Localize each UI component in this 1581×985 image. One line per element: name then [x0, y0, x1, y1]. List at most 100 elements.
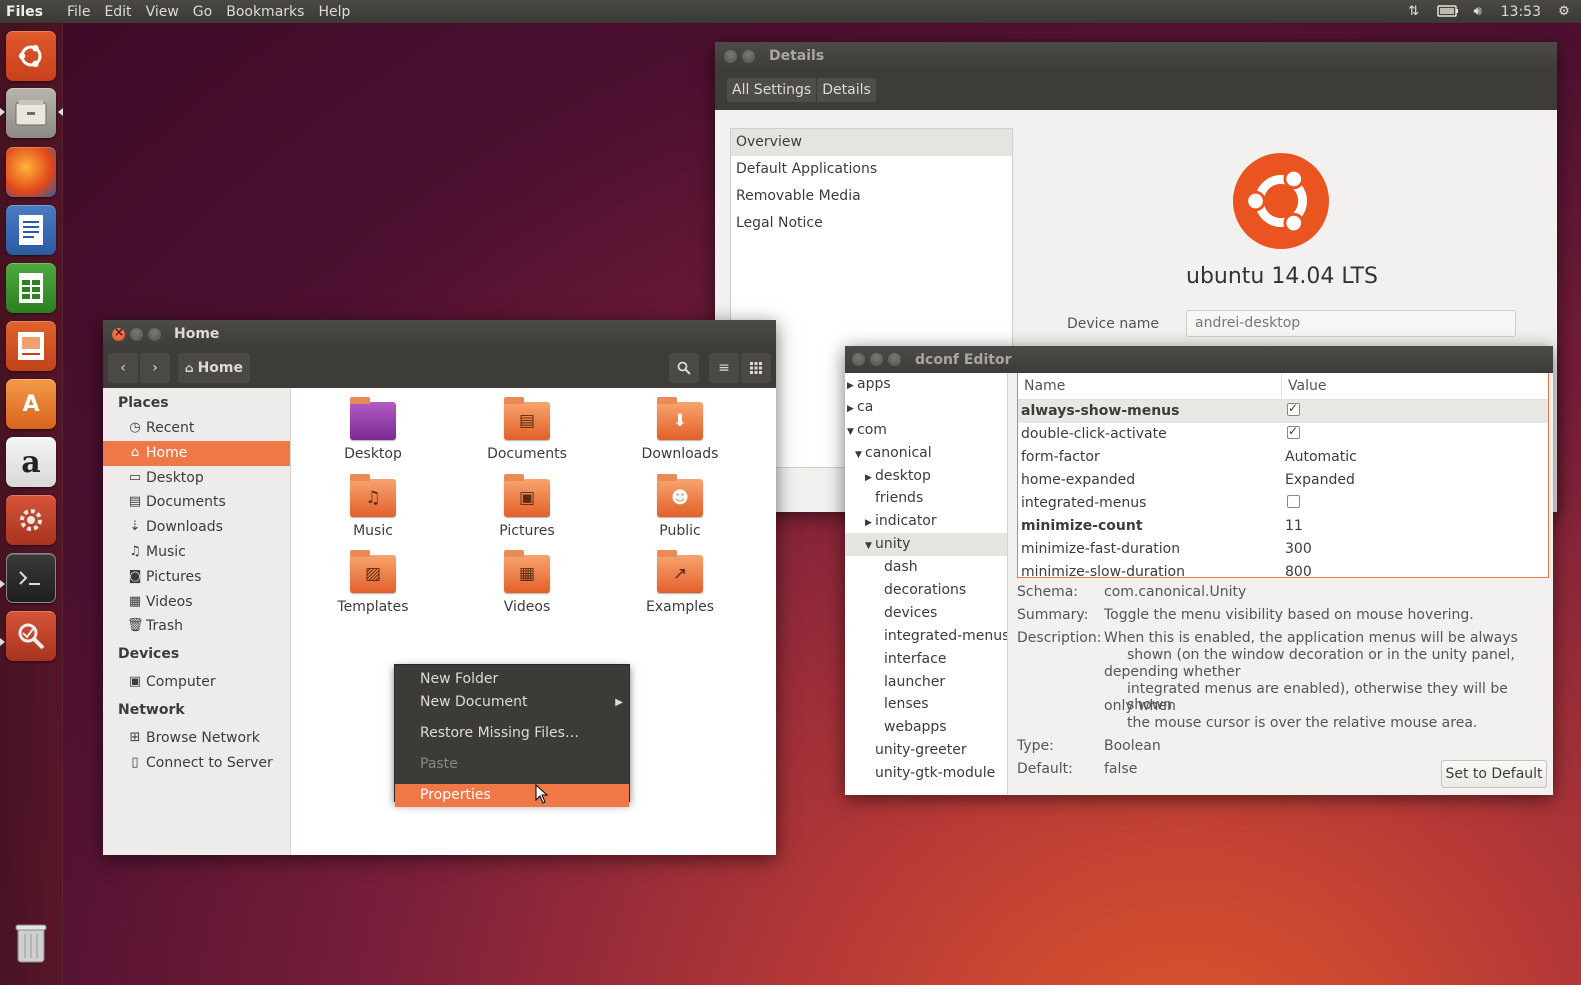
- clock[interactable]: 13:53: [1501, 4, 1541, 20]
- tree-node-desktop[interactable]: ▶ desktop: [845, 465, 1007, 488]
- terminal-icon[interactable]: [6, 553, 56, 603]
- trash-icon[interactable]: [6, 918, 56, 968]
- tree-node-webapps[interactable]: webapps: [845, 716, 1007, 739]
- folder-examples[interactable]: ↗ Examples: [620, 541, 740, 615]
- dconf-titlebar[interactable]: dconf Editor: [845, 346, 1553, 373]
- sidebar-item-documents[interactable]: ▤ Documents: [103, 490, 290, 515]
- tree-node-unity-gtk-module[interactable]: unity-gtk-module: [845, 762, 1007, 785]
- menu-item-restore-missing-files[interactable]: Restore Missing Files…: [395, 722, 629, 745]
- expand-icon[interactable]: ▶: [847, 398, 857, 421]
- tree-node-com[interactable]: ▼ com: [845, 419, 1007, 442]
- sidebar-item-desktop[interactable]: ▭ Desktop: [103, 466, 290, 491]
- menu-go[interactable]: Go: [193, 4, 212, 20]
- minimize-icon[interactable]: [742, 49, 755, 63]
- expand-icon[interactable]: ▶: [865, 467, 875, 490]
- menu-item-new-folder[interactable]: New Folder: [395, 668, 629, 691]
- sidebar-item-videos[interactable]: ▦ Videos: [103, 590, 290, 615]
- key-value[interactable]: Automatic: [1282, 449, 1357, 465]
- maximize-icon[interactable]: [148, 327, 161, 341]
- table-row[interactable]: minimize-slow-duration 800: [1018, 560, 1548, 577]
- impress-icon[interactable]: [6, 321, 56, 371]
- tree-node-integrated-menus[interactable]: integrated-menus: [845, 625, 1007, 648]
- sidebar-item-connect-to-server[interactable]: ▯ Connect to Server: [103, 751, 290, 776]
- sidebar-item-trash[interactable]: 🗑︎ Trash: [103, 614, 290, 639]
- menu-file[interactable]: File: [67, 4, 90, 20]
- tree-node-canonical[interactable]: ▼ canonical: [845, 442, 1007, 465]
- menu-bookmarks[interactable]: Bookmarks: [226, 4, 304, 20]
- table-row[interactable]: double-click-activate: [1018, 423, 1548, 446]
- ubuntu-dash-icon[interactable]: [6, 31, 56, 81]
- device-name-field[interactable]: andrei-desktop: [1186, 310, 1516, 337]
- table-row[interactable]: always-show-menus: [1018, 400, 1548, 423]
- tree-node-interface[interactable]: interface: [845, 648, 1007, 671]
- sidebar-item-legal-notice[interactable]: Legal Notice: [731, 210, 1012, 237]
- table-row[interactable]: minimize-fast-duration 300: [1018, 537, 1548, 560]
- collapse-icon[interactable]: ▼: [855, 444, 865, 467]
- double-click-activate-checkbox[interactable]: [1287, 424, 1300, 439]
- tree-node-lenses[interactable]: lenses: [845, 693, 1007, 716]
- back-button[interactable]: ‹: [108, 353, 138, 383]
- system-settings-icon[interactable]: [6, 495, 56, 545]
- battery-icon[interactable]: [1436, 4, 1458, 19]
- sidebar-item-removable-media[interactable]: Removable Media: [731, 183, 1012, 210]
- tree-node-devices[interactable]: devices: [845, 602, 1007, 625]
- menu-edit[interactable]: Edit: [104, 4, 131, 20]
- menu-view[interactable]: View: [146, 4, 179, 20]
- table-row[interactable]: integrated-menus: [1018, 492, 1548, 515]
- collapse-icon[interactable]: ▼: [865, 535, 875, 558]
- tree-node-friends[interactable]: friends: [845, 487, 1007, 510]
- folder-music[interactable]: ♫ Music: [313, 465, 433, 539]
- files-icon[interactable]: [6, 88, 56, 138]
- tab-all-settings[interactable]: All Settings: [727, 78, 817, 102]
- table-row[interactable]: form-factor Automatic: [1018, 446, 1548, 469]
- menu-item-new-document[interactable]: New Document ▶: [395, 691, 629, 714]
- list-view-button[interactable]: ≡: [709, 353, 739, 383]
- firefox-icon[interactable]: [6, 147, 56, 197]
- sidebar-item-home[interactable]: ⌂ Home: [103, 440, 290, 466]
- key-value[interactable]: 300: [1282, 541, 1312, 557]
- minimize-icon[interactable]: [870, 353, 883, 366]
- tree-node-ca[interactable]: ▶ ca: [845, 396, 1007, 419]
- tree-node-decorations[interactable]: decorations: [845, 579, 1007, 602]
- folder-downloads[interactable]: ⬇ Downloads: [620, 388, 740, 462]
- grid-view-button[interactable]: [741, 353, 771, 383]
- sidebar-item-music[interactable]: ♫ Music: [103, 540, 290, 565]
- folder-videos[interactable]: ▦ Videos: [467, 541, 587, 615]
- details-titlebar[interactable]: Details: [715, 42, 1557, 70]
- software-center-icon[interactable]: A: [6, 379, 56, 429]
- menu-item-properties[interactable]: Properties: [395, 784, 629, 807]
- folder-public[interactable]: ☻ Public: [620, 465, 740, 539]
- tab-details[interactable]: Details: [817, 78, 876, 102]
- collapse-icon[interactable]: ▼: [847, 421, 857, 444]
- tree-node-unity[interactable]: ▼ unity: [845, 533, 1007, 558]
- integrated-menus-checkbox[interactable]: [1287, 494, 1300, 508]
- sidebar-item-recent[interactable]: ◷ Recent: [103, 416, 290, 441]
- maximize-icon[interactable]: [888, 353, 901, 366]
- close-icon[interactable]: [724, 49, 737, 63]
- breadcrumb-home[interactable]: ⌂ Home: [178, 353, 250, 383]
- table-row[interactable]: minimize-count 11: [1018, 514, 1548, 537]
- sidebar-item-browse-network[interactable]: ⊞ Browse Network: [103, 726, 290, 751]
- sidebar-item-computer[interactable]: ▣ Computer: [103, 670, 290, 695]
- table-row[interactable]: home-expanded Expanded: [1018, 469, 1548, 492]
- writer-icon[interactable]: [6, 205, 56, 255]
- key-value[interactable]: 11: [1282, 518, 1303, 534]
- column-header-value[interactable]: Value: [1282, 373, 1326, 399]
- network-icon[interactable]: ⇅: [1405, 4, 1423, 19]
- menu-help[interactable]: Help: [318, 4, 350, 20]
- key-value[interactable]: 800: [1282, 564, 1312, 577]
- dconf-icon[interactable]: [6, 611, 56, 661]
- sidebar-item-downloads[interactable]: ⇣ Downloads: [103, 515, 290, 540]
- column-header-name[interactable]: Name: [1018, 373, 1282, 399]
- tree-node-dash[interactable]: dash: [845, 556, 1007, 579]
- close-icon[interactable]: [112, 325, 125, 341]
- expand-icon[interactable]: ▶: [847, 375, 857, 398]
- calc-icon[interactable]: [6, 263, 56, 313]
- files-titlebar[interactable]: Home: [103, 320, 776, 348]
- always-show-menus-checkbox[interactable]: [1287, 401, 1300, 416]
- close-icon[interactable]: [852, 353, 865, 366]
- key-value[interactable]: Expanded: [1282, 472, 1355, 488]
- folder-documents[interactable]: ▤ Documents: [467, 388, 587, 462]
- amazon-icon[interactable]: a: [6, 437, 56, 487]
- tree-node-apps[interactable]: ▶ apps: [845, 373, 1007, 396]
